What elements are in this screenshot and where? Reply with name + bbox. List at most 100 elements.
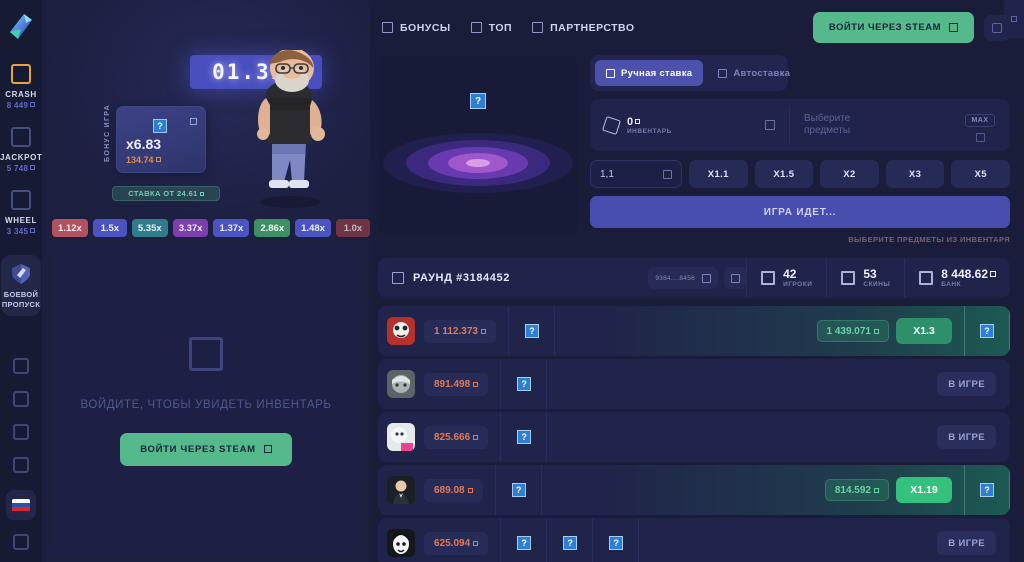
table-row[interactable]: 825.666 ? В ИГРЕ [378,412,1010,462]
round-hash-pill[interactable]: 9384....8456 [648,267,719,289]
menu-icon-2[interactable] [13,391,29,407]
multiplier-x3[interactable]: X3 [885,160,945,188]
jackpot-icon [11,127,31,147]
bet-amount: 1 112.373 [424,319,496,343]
logo-arrow-icon[interactable] [4,10,38,44]
wheel-icon [11,190,31,210]
multiplier-x2[interactable]: X2 [820,160,879,188]
language-switcher[interactable] [6,490,36,520]
amount-input[interactable]: 1,1 [590,160,682,188]
crate-item-icon: ? [517,377,532,391]
stat-bank: 8 448.62 БАНК [904,258,1010,298]
gift-icon [382,22,393,33]
stat-players: 42 ИГРОКИ [746,258,826,298]
table-row[interactable]: 891.498 ? В ИГРЕ [378,359,1010,409]
history-chip[interactable]: 1.12x [52,219,88,237]
menu-icon-3[interactable] [13,424,29,440]
sidebar-crash-title: CRASH [5,90,37,99]
fairness-button[interactable] [724,267,747,289]
header-steam-login-button[interactable]: ВОЙТИ ЧЕРЕЗ STEAM [812,12,974,43]
sidebar-item-jackpot[interactable]: JACKPOT 5 748 [0,127,42,174]
play-button[interactable]: ИГРА ИДЕТ... [590,196,1010,228]
sidebar-jackpot-title: JACKPOT [0,153,43,162]
list-item[interactable]: ? [964,465,1010,515]
stat-skins-caption: СКИНЫ [863,281,891,288]
crate-item-icon: ? [517,430,532,444]
list-item[interactable]: ? [593,518,640,562]
multiplier-x1-5[interactable]: X1.5 [754,160,814,188]
nav-item-partnership[interactable]: ПАРТНЕРСТВО [532,22,634,34]
flag-ru-icon [12,498,30,512]
history-chip[interactable]: 1.48x [295,219,331,237]
history-chip[interactable]: 5.35x [131,219,168,237]
avatar [387,317,415,345]
multiplier-x5[interactable]: X5 [951,160,1010,188]
history-chip[interactable]: 1.5x [92,219,127,237]
game-column: 01.31x БОНУС ИГРА ? x6.83 134.74 СТАВКА … [42,0,370,562]
list-item[interactable]: ? [496,465,542,515]
clear-items-icon[interactable] [975,132,985,142]
header-steam-login-label: ВОЙТИ ЧЕРЕЗ STEAM [828,22,941,33]
diamond-icon [602,115,621,135]
amount-input-value: 1,1 [600,168,614,180]
bank-icon [919,271,934,285]
hand-icon [606,68,615,78]
nav-item-bonuses[interactable]: БОНУСЫ [382,22,451,34]
inventory-steam-login-button[interactable]: ВОЙТИ ЧЕРЕЗ STEAM [120,432,292,466]
bet-area: ? Ручная ставка Автоставка 0 ИНВЕНТАРЬ В… [370,55,1024,244]
sidebar-wheel-amount: 3 345 [0,226,42,237]
menu-icon-1[interactable] [13,358,29,374]
bonus-card-corner-icon [190,118,197,125]
settings-icon[interactable] [13,534,29,550]
battle-pass-line2: ПРОПУСК [1,300,41,309]
crash-graph: ? [378,55,578,235]
bonus-game-card[interactable]: ? x6.83 134.74 [116,106,206,173]
table-row[interactable]: 689.08 ? 814.592 X1.19 ? [378,465,1010,515]
multiplier-x1-1[interactable]: X1.1 [689,160,748,188]
tab-auto-bet[interactable]: Автоставка [707,60,801,86]
nav-item-top[interactable]: ТОП [470,21,513,34]
inventory-empty-panel: ВОЙДИТЕ, ЧТОБЫ УВИДЕТЬ ИНВЕНТАРЬ ВОЙТИ Ч… [52,250,360,552]
sidebar-jackpot-amount: 5 748 [0,163,42,174]
stat-skins: 53 СКИНЫ [826,258,904,298]
history-chip[interactable]: 1.0x [335,219,370,237]
bet-amount: 825.666 [424,425,489,449]
win-amount: 814.592 [824,479,889,501]
chat-glyph [1011,16,1017,22]
sidebar-item-battle-pass[interactable]: БОЕВОЙ ПРОПУСК [1,255,41,316]
tab-manual-bet[interactable]: Ручная ставка [595,60,704,86]
list-item[interactable]: ? [501,359,548,409]
nav-top-label: ТОП [488,21,513,34]
menu-icon-4[interactable] [13,457,29,473]
list-item[interactable]: ? [501,412,548,462]
crate-item-icon: ? [470,93,486,109]
bet-amount: 689.08 [424,478,483,502]
multiplier-row: 1,1 X1.1 X1.5 X2 X3 X5 [590,160,1010,188]
list-item[interactable]: ? [964,306,1010,356]
max-button[interactable]: MAX [965,113,995,127]
history-chip[interactable]: 2.86x [254,219,291,237]
handshake-icon [532,22,544,33]
status-badge: В ИГРЕ [937,372,996,396]
table-row[interactable]: 625.094 ? ? ? В ИГРЕ [378,518,1010,562]
list-item[interactable]: ? [501,518,548,562]
table-row[interactable]: 1 112.373 ? 1 439.071 X1.3 ? [378,306,1010,356]
history-chip[interactable]: 3.37x [172,219,209,237]
select-items-placeholder[interactable]: Выберите предметы [790,113,950,137]
sidebar-item-crash[interactable]: CRASH 8 449 [0,64,42,111]
stat-skins-value: 53 [863,267,877,281]
inventory-refresh-icon[interactable] [765,120,775,130]
nav-partnership-label: ПАРТНЕРСТВО [550,21,635,34]
sidebar-item-wheel[interactable]: WHEEL 3 345 [0,190,42,237]
top-navigation: БОНУСЫ ТОП ПАРТНЕРСТВО ВОЙТИ ЧЕРЕЗ STEAM [370,0,1024,55]
inventory-selector[interactable]: 0 ИНВЕНТАРЬ Выберите предметы MAX [590,99,1010,151]
list-item[interactable]: ? [547,518,594,562]
bonus-game-label: БОНУС ИГРА [104,104,111,162]
multiplier-history: 1.12x 1.5x 5.35x 3.37x 1.37x 2.86x 1.48x… [42,214,370,242]
round-header: РАУНД #3184452 9384....8456 42 ИГРОКИ 53… [378,258,1010,298]
list-item[interactable]: ? [509,306,555,356]
chat-toggle-icon[interactable] [1004,0,1024,38]
history-chip[interactable]: 1.37x [213,219,250,237]
robot-icon [718,68,728,78]
nav-bonuses-label: БОНУСЫ [400,21,451,34]
